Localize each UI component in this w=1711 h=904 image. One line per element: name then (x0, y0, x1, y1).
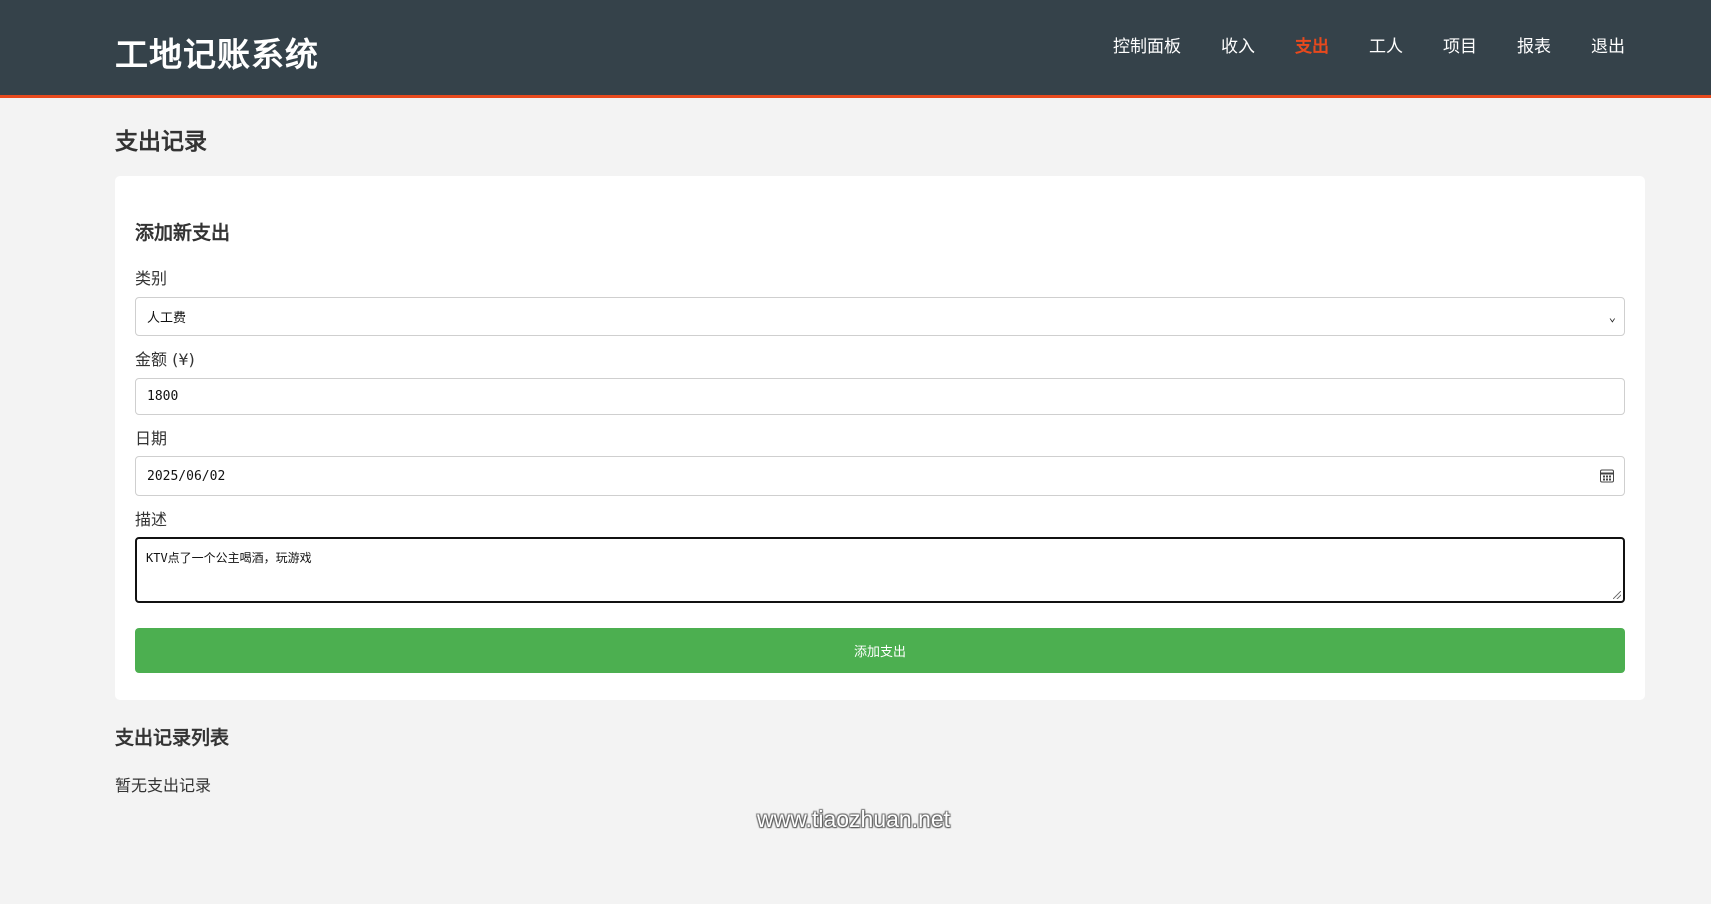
description-textarea[interactable]: KTV点了一个公主喝酒，玩游戏 (135, 537, 1625, 603)
add-expense-form: 添加新支出 类别 人工费 ⌄ 金额 (¥) 1800 日期 2025/06/02… (115, 176, 1645, 700)
category-label: 类别 (135, 269, 168, 288)
nav-projects[interactable]: 项目 (1443, 37, 1477, 57)
form-title: 添加新支出 (135, 222, 231, 244)
add-expense-button[interactable]: 添加支出 (135, 628, 1625, 673)
date-value: 2025/06/02 (147, 468, 226, 484)
watermark: www.tiaozhuan.net (757, 806, 951, 832)
nav-workers[interactable]: 工人 (1369, 37, 1403, 57)
app-logo[interactable]: 工地记账系统 (115, 28, 319, 76)
expense-list-title: 支出记录列表 (115, 727, 230, 749)
category-value: 人工费 (147, 311, 187, 326)
main-nav: 控制面板 收入 支出 工人 项目 报表 退出 (1073, 37, 1625, 57)
calendar-icon[interactable] (1600, 469, 1614, 483)
nav-dashboard[interactable]: 控制面板 (1113, 37, 1181, 57)
date-label: 日期 (135, 429, 168, 448)
description-value: KTV点了一个公主喝酒，玩游戏 (146, 551, 312, 565)
date-input[interactable]: 2025/06/02 (135, 456, 1625, 496)
chevron-down-icon: ⌄ (1608, 309, 1616, 324)
header: 工地记账系统 控制面板 收入 支出 工人 项目 报表 退出 (0, 0, 1711, 98)
nav-income[interactable]: 收入 (1221, 37, 1255, 57)
page-title: 支出记录 (115, 129, 207, 155)
amount-value: 1800 (147, 389, 179, 404)
nav-reports[interactable]: 报表 (1517, 37, 1551, 57)
description-label: 描述 (135, 510, 168, 529)
amount-input[interactable]: 1800 (135, 378, 1625, 415)
amount-label: 金额 (¥) (135, 350, 195, 369)
empty-state-text: 暂无支出记录 (115, 776, 212, 795)
category-select[interactable]: 人工费 ⌄ (135, 297, 1625, 336)
nav-logout[interactable]: 退出 (1591, 37, 1625, 57)
resize-handle-icon[interactable] (1613, 591, 1621, 599)
nav-expense[interactable]: 支出 (1295, 37, 1329, 57)
